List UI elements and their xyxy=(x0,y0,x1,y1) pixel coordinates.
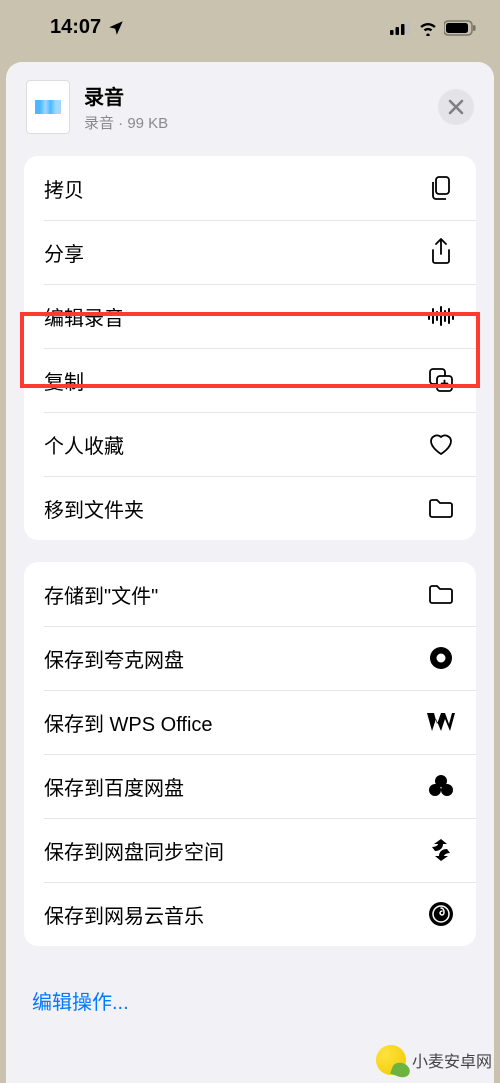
save-quark-label: 保存到夸克网盘 xyxy=(44,644,184,673)
watermark: 小麦安卓网 xyxy=(376,1045,492,1075)
file-header: 录音 录音 · 99 KB xyxy=(6,62,494,152)
location-arrow-icon xyxy=(107,19,125,37)
save-quark-row[interactable]: 保存到夸克网盘 xyxy=(24,626,476,690)
watermark-logo-icon xyxy=(376,1045,406,1075)
file-meta: 录音 · 99 KB xyxy=(84,112,424,133)
status-time-group: 14:07 xyxy=(50,16,125,39)
save-sync-row[interactable]: 保存到网盘同步空间 xyxy=(24,818,476,882)
favorite-row[interactable]: 个人收藏 xyxy=(24,412,476,476)
signal-icon xyxy=(390,21,412,35)
edit-recording-label: 编辑录音 xyxy=(44,302,124,331)
status-time: 14:07 xyxy=(50,16,101,39)
waveform-icon xyxy=(426,301,456,331)
edit-actions-button[interactable]: 编辑操作... xyxy=(6,968,494,1033)
status-bar: 14:07 xyxy=(0,0,500,47)
move-folder-label: 移到文件夹 xyxy=(44,494,144,523)
save-netease-row[interactable]: 保存到网易云音乐 xyxy=(24,882,476,946)
watermark-text: 小麦安卓网 xyxy=(412,1048,492,1072)
status-icons xyxy=(390,20,476,36)
save-baidu-label: 保存到百度网盘 xyxy=(44,772,184,801)
battery-icon xyxy=(444,20,476,36)
action-group-2: 存储到"文件" 保存到夸克网盘 保存到 WPS Office xyxy=(24,562,476,946)
duplicate-icon xyxy=(426,365,456,395)
netease-music-icon xyxy=(426,899,456,929)
action-group-1: 拷贝 分享 编辑录音 xyxy=(24,156,476,540)
copy-row[interactable]: 拷贝 xyxy=(24,156,476,220)
close-icon xyxy=(448,99,464,115)
save-files-label: 存储到"文件" xyxy=(44,580,158,609)
share-label: 分享 xyxy=(44,238,84,267)
wifi-icon xyxy=(418,20,438,36)
save-netease-label: 保存到网易云音乐 xyxy=(44,900,204,929)
edit-recording-row[interactable]: 编辑录音 xyxy=(24,284,476,348)
folder-icon xyxy=(426,579,456,609)
audio-waveform-icon xyxy=(35,100,61,114)
copy-label: 拷贝 xyxy=(44,174,84,203)
duplicate-row[interactable]: 复制 xyxy=(24,348,476,412)
baidu-cloud-icon xyxy=(426,771,456,801)
save-files-row[interactable]: 存储到"文件" xyxy=(24,562,476,626)
folder-icon xyxy=(426,493,456,523)
move-folder-row[interactable]: 移到文件夹 xyxy=(24,476,476,540)
save-wps-row[interactable]: 保存到 WPS Office xyxy=(24,690,476,754)
share-icon xyxy=(426,237,456,267)
file-name: 录音 xyxy=(84,81,424,110)
file-thumbnail xyxy=(26,80,70,134)
save-sync-label: 保存到网盘同步空间 xyxy=(44,836,224,865)
favorite-label: 个人收藏 xyxy=(44,430,124,459)
file-info: 录音 录音 · 99 KB xyxy=(84,81,424,133)
wps-icon xyxy=(426,707,456,737)
save-wps-label: 保存到 WPS Office xyxy=(44,708,213,737)
share-row[interactable]: 分享 xyxy=(24,220,476,284)
duplicate-label: 复制 xyxy=(44,366,84,395)
sync-icon xyxy=(426,835,456,865)
heart-icon xyxy=(426,429,456,459)
copy-icon xyxy=(426,173,456,203)
close-button[interactable] xyxy=(438,89,474,125)
save-baidu-row[interactable]: 保存到百度网盘 xyxy=(24,754,476,818)
quark-icon xyxy=(426,643,456,673)
action-sheet: 录音 录音 · 99 KB 拷贝 分享 xyxy=(6,62,494,1083)
